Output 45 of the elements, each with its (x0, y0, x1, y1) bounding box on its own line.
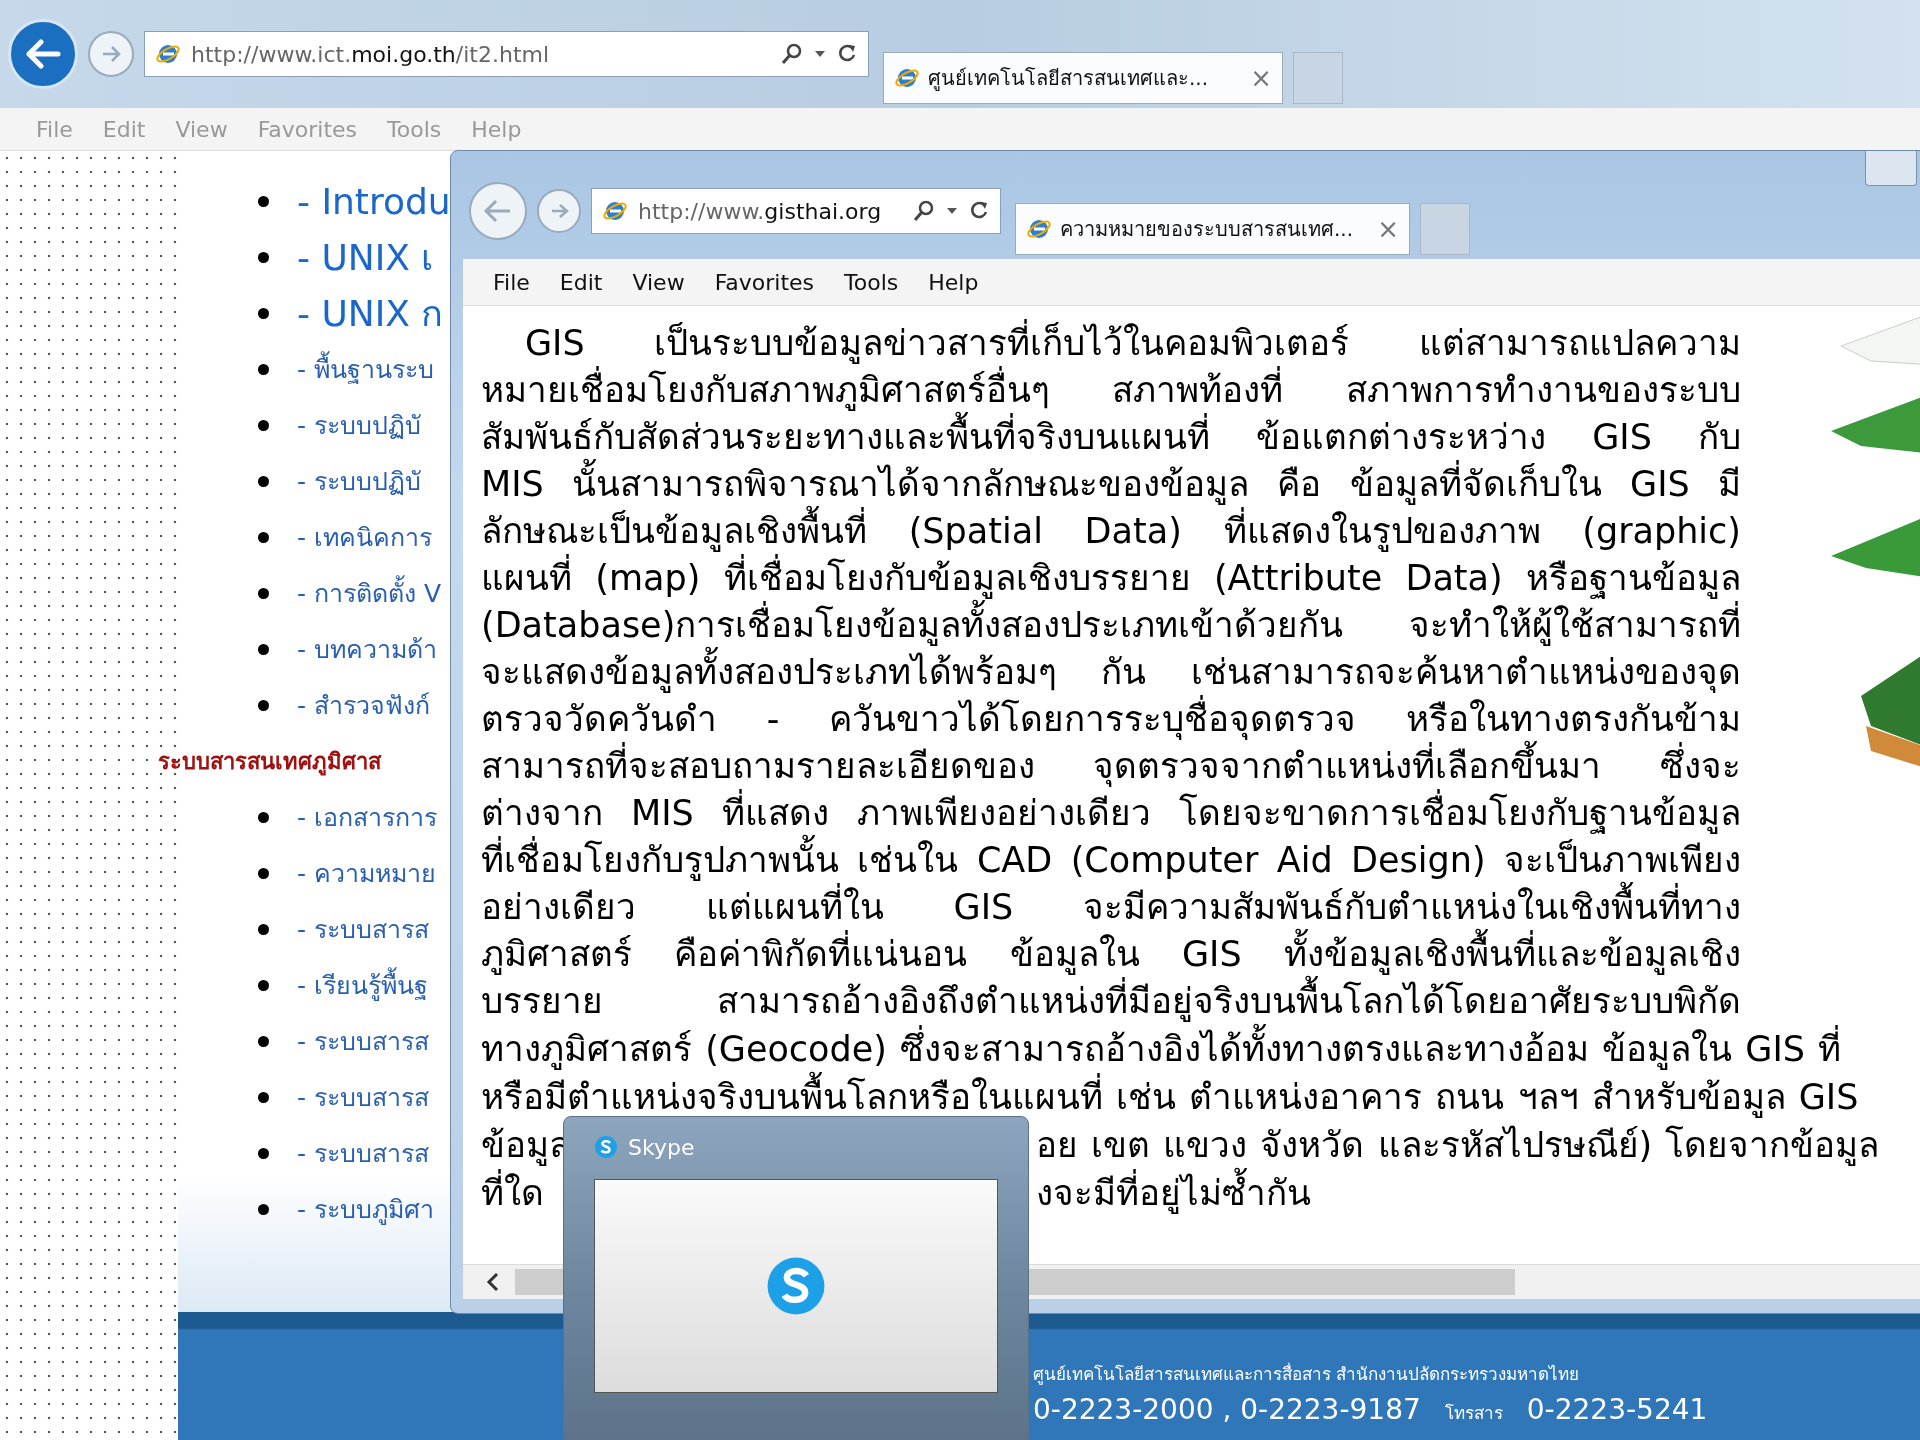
menu-item[interactable]: Tools (844, 269, 899, 295)
article-link[interactable]: - พื้นฐานระบ (297, 349, 434, 389)
paragraph-line: อย เขต แขวง จังหวัด และรหัสไปรษณีย์) โดยจากข้อมูล (1036, 1124, 1880, 1167)
article-link[interactable]: - สำรวจฟังก์ (297, 685, 430, 725)
menu-item[interactable]: Edit (559, 269, 603, 295)
article-link[interactable]: - บทความด้า (297, 629, 437, 669)
article-link[interactable]: - ระบบสารส (297, 909, 429, 949)
menu-item[interactable]: Help (928, 269, 979, 295)
menu-item[interactable]: View (632, 269, 685, 295)
article-link[interactable]: - ระบบสารส (297, 1021, 429, 1061)
paragraph-line: GIS เป็นระบบข้อมูลข่าวสารที่เก็บไว้ในคอมพิวเตอร์ แต่สามารถแปลความ (481, 320, 1741, 367)
article-link[interactable]: - เอกสารการ (297, 797, 437, 837)
article-link[interactable]: - Introdu (297, 180, 451, 222)
paragraph-line: งจะมีที่อยู่ไม่ซ้ำกัน (1036, 1169, 1311, 1217)
paragraph-line: ทางภูมิศาสตร์ (Geocode) ซึ่งจะสามารถอ้างอิงได้ทั้งทางตรงและทางอ้อม ข้อมูลใน GIS ที่ (481, 1025, 1842, 1073)
address-bar[interactable]: http://www.gisthai.org (591, 188, 1001, 234)
article-link[interactable]: - ระบบปฏิบั (297, 461, 421, 501)
tab-title: ความหมายของระบบสารสนเทศ... (1060, 216, 1355, 243)
article-link[interactable]: - ระบบสารส (297, 1077, 429, 1117)
close-tab-button[interactable]: × (1377, 214, 1399, 244)
article-link[interactable]: - UNIX เ (297, 228, 434, 286)
close-tab-button[interactable]: × (1250, 63, 1272, 93)
article-link[interactable]: - ความหมาย (297, 853, 436, 893)
footer-organization: ศูนย์เทคโนโลยีสารสนเทศและการสื่อสาร สำนักงานปลัดกระทรวงมหาดไทย (1033, 1361, 1581, 1387)
footer-phone: 0-2223-2000 , 0-2223-9187 (1033, 1393, 1421, 1426)
article-link[interactable]: - ระบบสารส (297, 1133, 429, 1173)
article-link[interactable]: - เรียนรู้พื้นฐ (297, 965, 428, 1005)
footer-fax: 0-2223-5241 (1526, 1393, 1708, 1426)
article-link[interactable]: - การติดตั้ง V (297, 573, 442, 613)
browser-tab[interactable]: ความหมายของระบบสารสนเทศ... × (1015, 203, 1410, 255)
article-link[interactable]: - ระบบภูมิศา (297, 1189, 434, 1229)
url-text: http://www.ict.moi.go.th/it2.html (191, 41, 551, 67)
article-link[interactable]: - ระบบปฏิบั (297, 405, 421, 445)
address-bar[interactable]: http://www.ict.moi.go.th/it2.html (144, 31, 869, 77)
menu-item[interactable]: File (493, 269, 530, 295)
section-heading: ระบบสารสนเทศภูมิศาส (158, 747, 381, 778)
fax-label: โทรสาร (1444, 1402, 1503, 1425)
tab-title: ศูนย์เทคโนโลยีสารสนเทศและ... (928, 65, 1210, 93)
browser-tab[interactable]: ศูนย์เทคโนโลยีสารสนเทศและ... × (883, 52, 1283, 104)
article-link[interactable]: - UNIX ก (297, 284, 444, 342)
url-text: http://www.gisthai.org (638, 198, 883, 224)
thumbnail-title: Skype (628, 1134, 695, 1160)
article-link[interactable]: - เทคนิคการ (297, 517, 432, 557)
paragraph-line: ที่ใด (481, 1169, 544, 1217)
menu-item[interactable]: Favorites (714, 269, 815, 295)
